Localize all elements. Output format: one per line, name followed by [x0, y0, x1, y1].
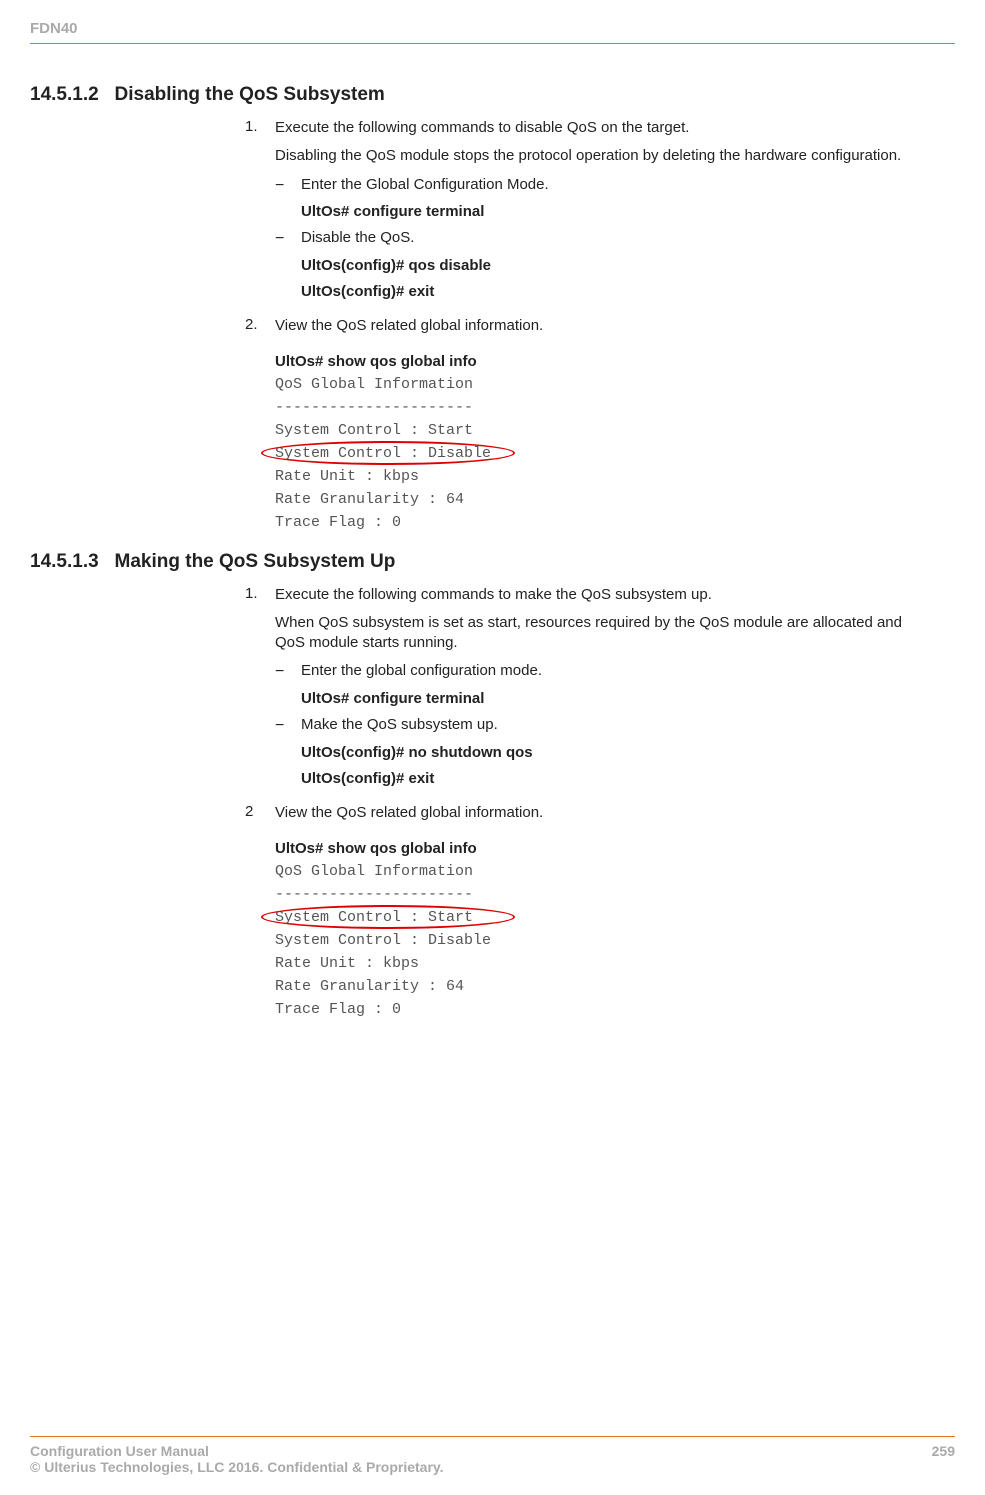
doc-id: FDN40: [30, 20, 78, 37]
s1-out3: System Control : Start: [275, 422, 915, 439]
s2-step1-desc: When QoS subsystem is set as start, reso…: [275, 613, 915, 654]
dash-icon: −: [275, 228, 301, 250]
s1-step1-body: Execute the following commands to disabl…: [275, 118, 915, 308]
s2-step1-num: 1.: [245, 585, 275, 796]
section-title-1: Disabling the QoS Subsystem: [115, 84, 385, 105]
s2-out6: Rate Granularity : 64: [275, 978, 915, 995]
s1-cmd1: UltOs# configure terminal: [301, 202, 915, 222]
s1-step1-sub1-text: Enter the Global Configuration Mode.: [301, 175, 915, 197]
section-number-1: 14.5.1.2: [30, 84, 99, 105]
s2-cmd3: UltOs(config)# exit: [301, 769, 915, 789]
s2-out1: QoS Global Information: [275, 863, 915, 880]
s2-out3: System Control : Start: [275, 909, 915, 926]
s2-step1-sub2: − Make the QoS subsystem up.: [275, 715, 915, 737]
s2-step2-body: View the QoS related global information.: [275, 803, 915, 831]
s1-step1-sub2-text: Disable the QoS.: [301, 228, 915, 250]
page-footer: Configuration User Manual © Ulterius Tec…: [30, 1436, 955, 1475]
s1-step1-sub1: − Enter the Global Configuration Mode.: [275, 175, 915, 197]
s1-step2-num: 2.: [245, 316, 275, 344]
s2-step2-cmd: UltOs# show qos global info: [275, 840, 915, 857]
section-heading-2: 14.5.1.3 Making the QoS Subsystem Up: [30, 551, 955, 573]
s1-step1-desc: Disabling the QoS module stops the proto…: [275, 146, 915, 166]
s1-output-block: UltOs# show qos global info QoS Global I…: [275, 353, 915, 531]
footer-manual-title: Configuration User Manual: [30, 1443, 444, 1459]
s2-output-block: UltOs# show qos global info QoS Global I…: [275, 840, 915, 1018]
footer-copyright: © Ulterius Technologies, LLC 2016. Confi…: [30, 1459, 444, 1475]
s2-step1-body: Execute the following commands to make t…: [275, 585, 915, 796]
s1-out5: Rate Unit : kbps: [275, 468, 915, 485]
s1-out6: Rate Granularity : 64: [275, 491, 915, 508]
s2-step1: 1. Execute the following commands to mak…: [245, 585, 915, 796]
section-title-2: Making the QoS Subsystem Up: [115, 551, 396, 572]
s2-step2: 2 View the QoS related global informatio…: [245, 803, 915, 831]
s1-out4: System Control : Disable: [275, 445, 915, 462]
s1-out7: Trace Flag : 0: [275, 514, 915, 531]
s1-cmd2: UltOs(config)# qos disable: [301, 256, 915, 276]
s2-out2: ----------------------: [275, 886, 915, 903]
s2-mono-block: QoS Global Information -----------------…: [275, 863, 915, 1018]
dash-icon: −: [275, 715, 301, 737]
s2-step2-num: 2: [245, 803, 275, 831]
footer-page-number: 259: [932, 1443, 955, 1475]
s1-step2-text: View the QoS related global information.: [275, 316, 915, 336]
section-number-2: 14.5.1.3: [30, 551, 99, 572]
section2-content: 1. Execute the following commands to mak…: [245, 585, 915, 1018]
s1-out2: ----------------------: [275, 399, 915, 416]
s2-cmd1: UltOs# configure terminal: [301, 689, 915, 709]
page-header: FDN40: [30, 20, 955, 44]
s1-step1-num: 1.: [245, 118, 275, 308]
s1-step1-text: Execute the following commands to disabl…: [275, 118, 915, 138]
s2-out5: Rate Unit : kbps: [275, 955, 915, 972]
s2-out7: Trace Flag : 0: [275, 1001, 915, 1018]
s2-step1-sub2-text: Make the QoS subsystem up.: [301, 715, 915, 737]
s2-out4: System Control : Disable: [275, 932, 915, 949]
dash-icon: −: [275, 175, 301, 197]
footer-left: Configuration User Manual © Ulterius Tec…: [30, 1443, 444, 1475]
s2-cmd2: UltOs(config)# no shutdown qos: [301, 743, 915, 763]
dash-icon: −: [275, 661, 301, 683]
s1-step2: 2. View the QoS related global informati…: [245, 316, 915, 344]
s2-step1-sub1: − Enter the global configuration mode.: [275, 661, 915, 683]
s1-step2-body: View the QoS related global information.: [275, 316, 915, 344]
s1-step2-cmd: UltOs# show qos global info: [275, 353, 915, 370]
s1-out1: QoS Global Information: [275, 376, 915, 393]
s2-step1-text: Execute the following commands to make t…: [275, 585, 915, 605]
s1-step1: 1. Execute the following commands to dis…: [245, 118, 915, 308]
s2-step1-sub1-text: Enter the global configuration mode.: [301, 661, 915, 683]
s1-cmd3: UltOs(config)# exit: [301, 282, 915, 302]
s2-step2-text: View the QoS related global information.: [275, 803, 915, 823]
section1-content: 1. Execute the following commands to dis…: [245, 118, 915, 531]
section-heading-1: 14.5.1.2 Disabling the QoS Subsystem: [30, 84, 955, 106]
s1-step1-sub2: − Disable the QoS.: [275, 228, 915, 250]
s1-mono-block: QoS Global Information -----------------…: [275, 376, 915, 531]
